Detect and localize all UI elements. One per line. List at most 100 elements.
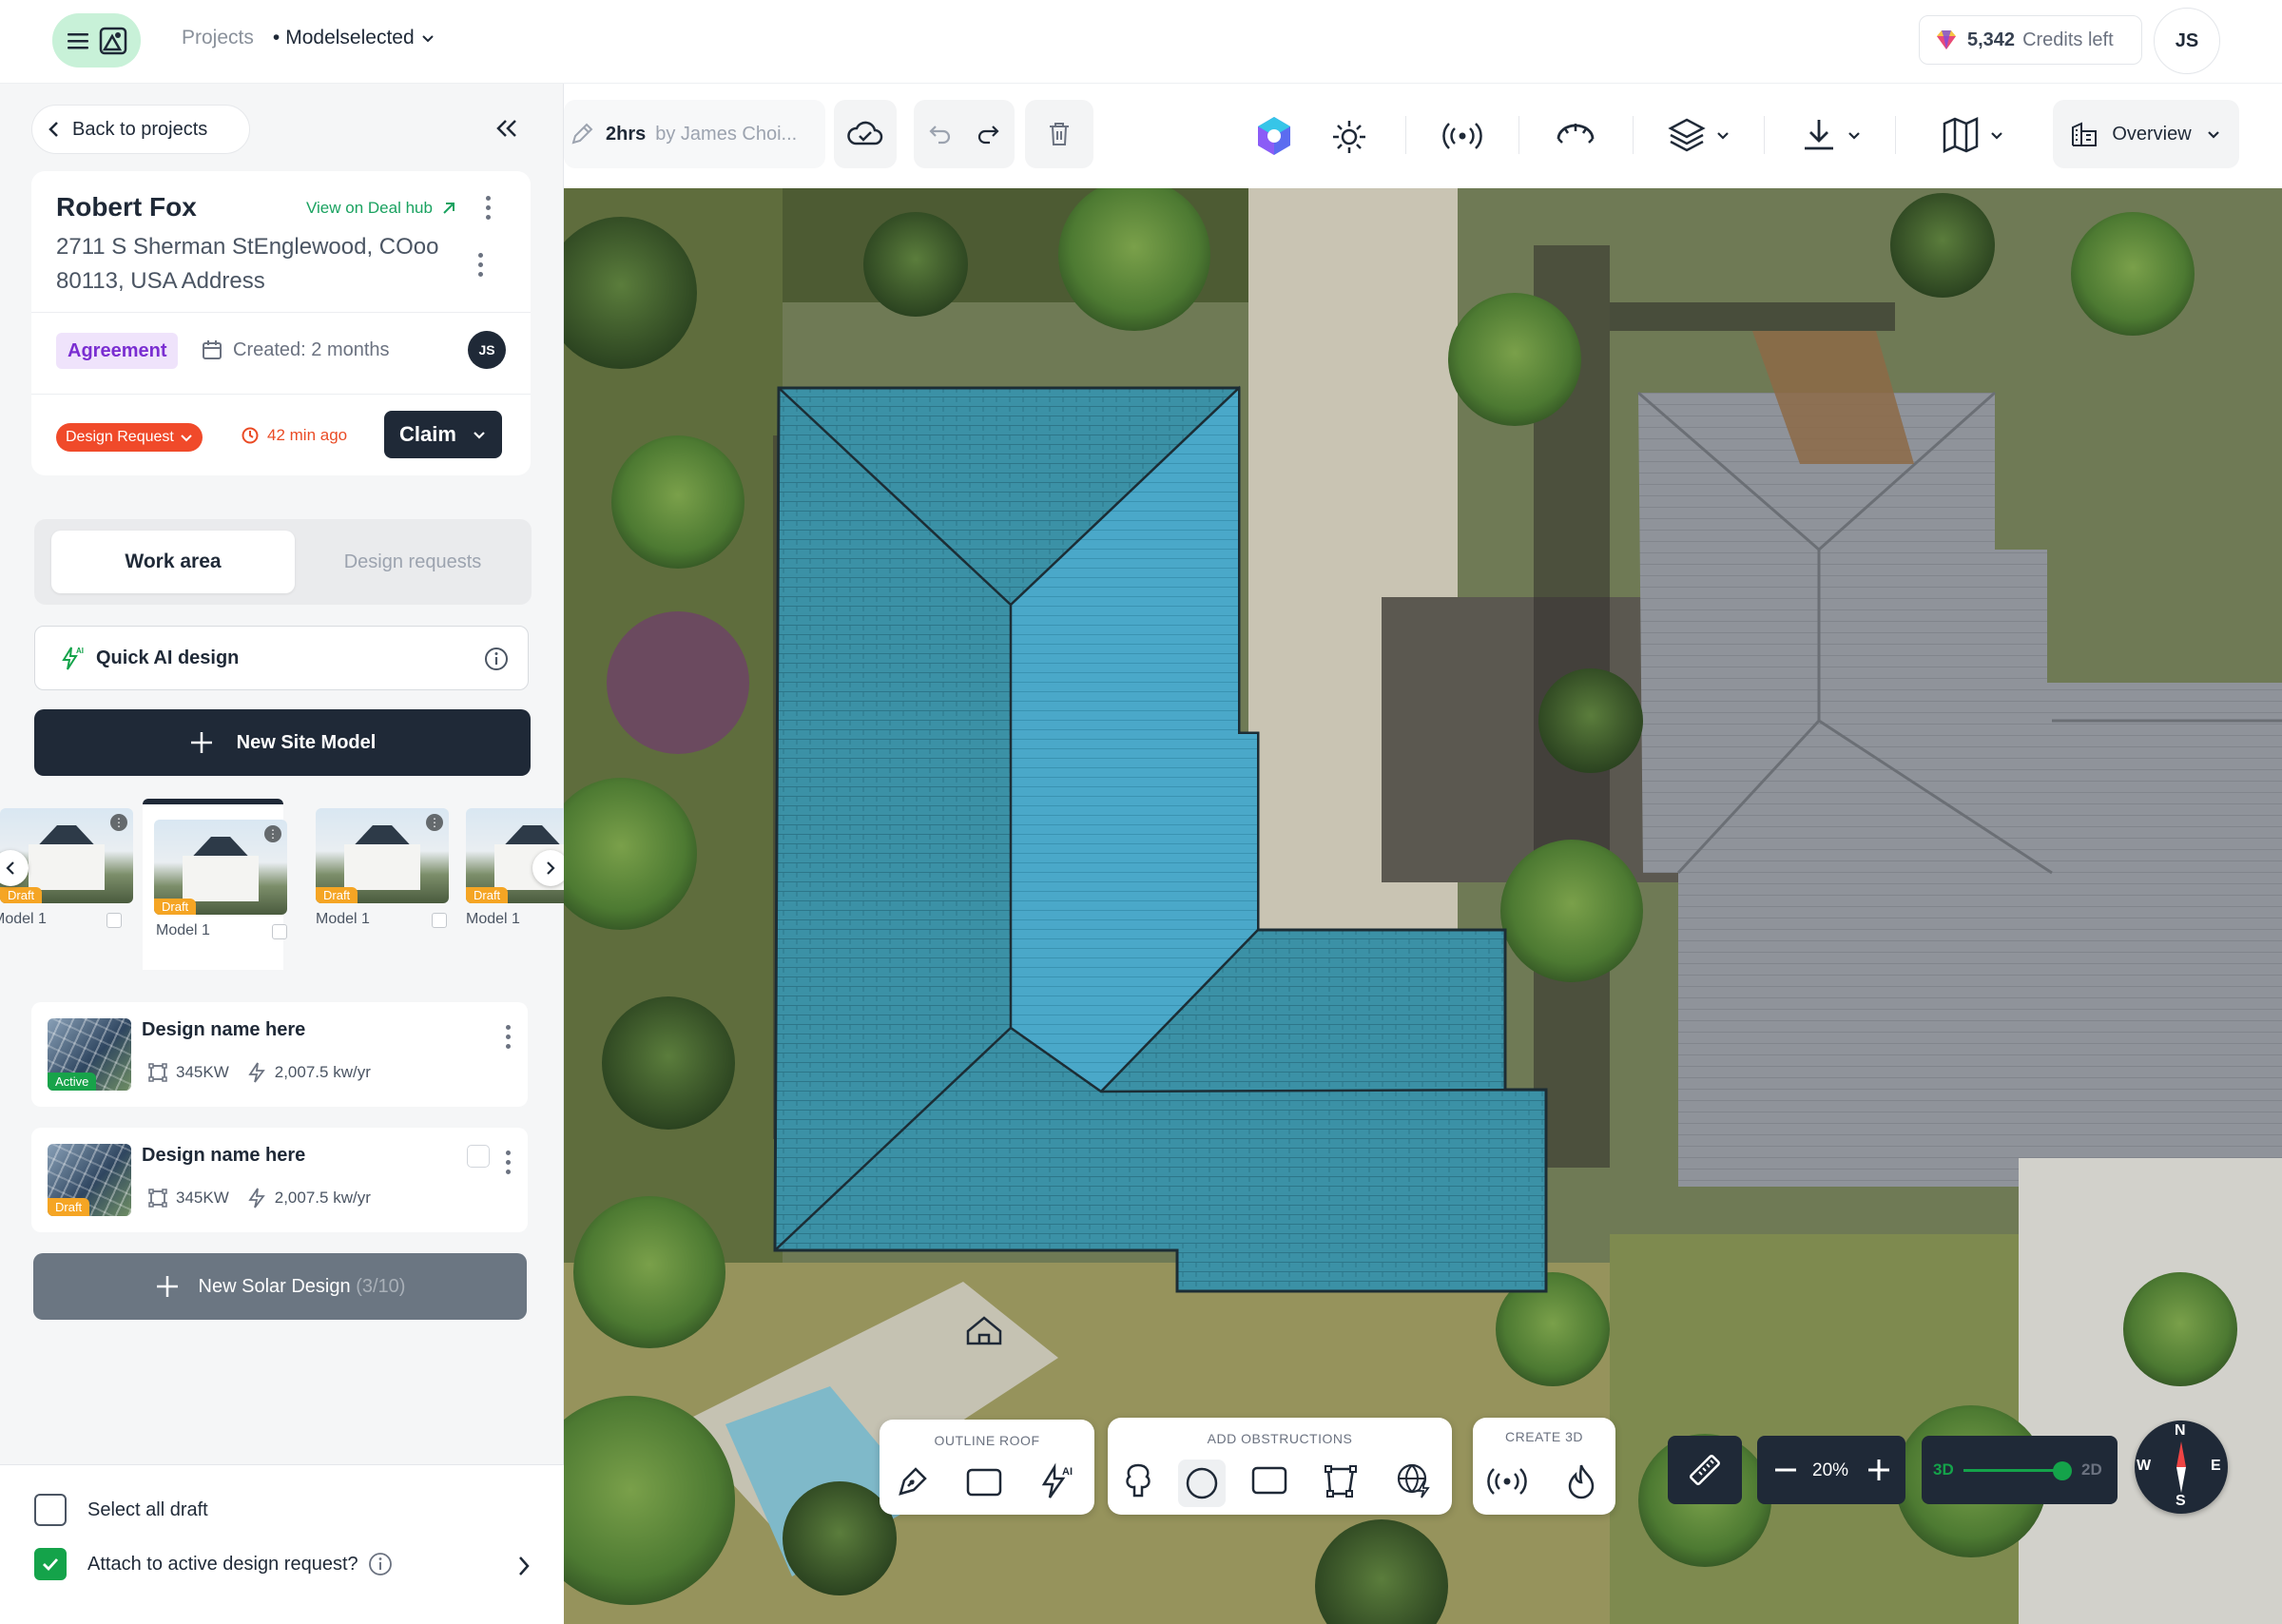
- model-label: Model 1: [466, 911, 520, 927]
- 3d-model-icon[interactable]: [1255, 115, 1293, 157]
- polygon-tool-icon[interactable]: [1323, 1463, 1359, 1499]
- credits-value: 5,342: [1967, 29, 2016, 50]
- new-solar-design-button[interactable]: New Solar Design (3/10): [33, 1253, 527, 1320]
- user-avatar[interactable]: JS: [2154, 8, 2220, 74]
- bolt-icon: [248, 1062, 265, 1083]
- layers-icon: [1668, 118, 1706, 152]
- undo-icon[interactable]: [927, 121, 954, 147]
- slider-thumb[interactable]: [2053, 1461, 2072, 1480]
- more-icon[interactable]: ⋮: [426, 814, 443, 831]
- bolt-icon: [248, 1188, 265, 1208]
- select-all-checkbox[interactable]: [34, 1494, 67, 1526]
- outline-roof-title: OUTLINE ROOF: [934, 1433, 1040, 1448]
- collapse-sidebar-button[interactable]: [493, 114, 521, 143]
- rectangle-tool-icon[interactable]: [965, 1467, 1003, 1498]
- map-icon: [1943, 117, 1979, 153]
- attach-row[interactable]: Attach to active design request?: [34, 1548, 393, 1580]
- customer-card: Robert Fox View on Deal hub 2711 S Sherm…: [31, 171, 531, 475]
- deal-hub-link[interactable]: View on Deal hub: [306, 199, 457, 218]
- deal-hub-label: View on Deal hub: [306, 199, 433, 217]
- more-icon[interactable]: ⋮: [264, 825, 281, 842]
- design-request-badge[interactable]: Design Request: [56, 423, 203, 452]
- pen-tool-icon[interactable]: [895, 1463, 931, 1499]
- mode-3d-label: 3D: [1933, 1460, 1954, 1479]
- draft-tag: Draft: [466, 887, 509, 903]
- download-dropdown[interactable]: [1800, 116, 1863, 154]
- layers-dropdown[interactable]: [1667, 116, 1731, 154]
- redo-icon[interactable]: [975, 121, 1001, 147]
- design-card[interactable]: Active Design name here 345KW 2,007.5 kw…: [31, 1002, 528, 1107]
- bullet: •: [272, 27, 280, 48]
- shading-icon[interactable]: [1555, 118, 1596, 150]
- compass[interactable]: N S E W: [2135, 1421, 2228, 1514]
- new-site-model-button[interactable]: New Site Model: [34, 709, 531, 776]
- design-checkbox[interactable]: [467, 1145, 490, 1168]
- tab-design-requests[interactable]: Design requests: [300, 531, 525, 593]
- divider: [1405, 116, 1406, 154]
- claim-button[interactable]: Claim: [384, 411, 502, 458]
- model-card[interactable]: ⋮ Draft Model 1: [308, 808, 449, 951]
- customer-name: Robert Fox: [56, 192, 197, 222]
- rectangle-obstruction-icon[interactable]: [1250, 1465, 1288, 1496]
- edit-info[interactable]: 2hrs by James Choi...: [564, 100, 825, 168]
- sun-icon[interactable]: [1330, 118, 1368, 156]
- model-card-selected[interactable]: ⋮ Draft Model 1: [143, 799, 287, 970]
- trash-icon: [1050, 123, 1069, 145]
- zoom-out-icon[interactable]: [1772, 1460, 1799, 1479]
- circle-tool-selected[interactable]: [1178, 1460, 1226, 1507]
- ai-outline-icon[interactable]: AI: [1035, 1461, 1075, 1501]
- area-icon: [148, 1063, 167, 1082]
- svg-text:AI: AI: [76, 647, 84, 655]
- design-more-icon[interactable]: [503, 1025, 512, 1049]
- chevron-down-icon: [1991, 132, 2002, 140]
- cloud-save-button[interactable]: [834, 100, 897, 168]
- satellite-map[interactable]: OUTLINE ROOF AI ADD OBSTRUCTIONS CREATE …: [564, 188, 2282, 1624]
- divider: [31, 394, 531, 395]
- model-label: Model 1: [316, 911, 370, 927]
- more-icon[interactable]: ⋮: [110, 814, 127, 831]
- model-checkbox[interactable]: [432, 913, 447, 928]
- breadcrumb-model-selector[interactable]: • Modelselected: [273, 27, 435, 49]
- circle-icon: [1186, 1467, 1218, 1499]
- map-dropdown[interactable]: [1941, 116, 2005, 154]
- card-more-icon[interactable]: [483, 196, 493, 220]
- broadcast-3d-icon[interactable]: [1486, 1465, 1528, 1498]
- zoom-in-icon[interactable]: [1866, 1457, 1892, 1483]
- info-icon[interactable]: [368, 1552, 393, 1576]
- pencil-icon: [571, 123, 593, 145]
- area-tabs: Work area Design requests: [34, 519, 532, 605]
- attach-checkbox[interactable]: [34, 1548, 67, 1580]
- tab-work-area[interactable]: Work area: [51, 531, 295, 593]
- delete-button[interactable]: [1025, 100, 1093, 168]
- double-chevron-left-icon: [496, 120, 516, 137]
- measure-button[interactable]: [1668, 1436, 1742, 1504]
- quick-ai-design-button[interactable]: AI Quick AI design: [34, 626, 529, 690]
- breadcrumb: Projects • Modelselected: [182, 27, 435, 49]
- ai-obstruction-globe-icon[interactable]: [1395, 1461, 1433, 1499]
- design-card[interactable]: Draft Design name here 345KW 2,007.5 kw/…: [31, 1128, 528, 1232]
- app-logo-icon: [99, 27, 126, 54]
- select-all-row[interactable]: Select all draft: [34, 1494, 208, 1526]
- design-more-icon[interactable]: [503, 1150, 512, 1174]
- menu-logo-button[interactable]: [52, 13, 141, 68]
- tree-obstruction-icon[interactable]: [1121, 1461, 1155, 1499]
- model-checkbox[interactable]: [106, 913, 122, 928]
- assignee-avatar[interactable]: JS: [468, 331, 506, 369]
- model-checkbox[interactable]: [272, 924, 287, 939]
- credits-indicator[interactable]: 5,342 Credits left: [1919, 15, 2142, 65]
- back-to-projects-button[interactable]: Back to projects: [31, 105, 250, 154]
- view-mode-slider[interactable]: 3D 2D: [1922, 1436, 2118, 1504]
- external-arrow-icon: [443, 203, 454, 214]
- chevron-right-icon[interactable]: [516, 1555, 532, 1577]
- flame-icon[interactable]: [1564, 1461, 1598, 1501]
- ruler-icon: [1690, 1455, 1720, 1485]
- info-icon[interactable]: [484, 647, 509, 671]
- breadcrumb-projects[interactable]: Projects: [182, 27, 254, 49]
- draft-tag: Draft: [0, 887, 43, 903]
- model-label: Model 1: [0, 911, 47, 927]
- address-more-icon[interactable]: [475, 253, 485, 277]
- broadcast-icon[interactable]: [1441, 120, 1483, 152]
- carousel-next-button[interactable]: [532, 850, 564, 886]
- zoom-level: 20%: [1812, 1460, 1849, 1480]
- view-selector[interactable]: Overview: [2053, 100, 2239, 168]
